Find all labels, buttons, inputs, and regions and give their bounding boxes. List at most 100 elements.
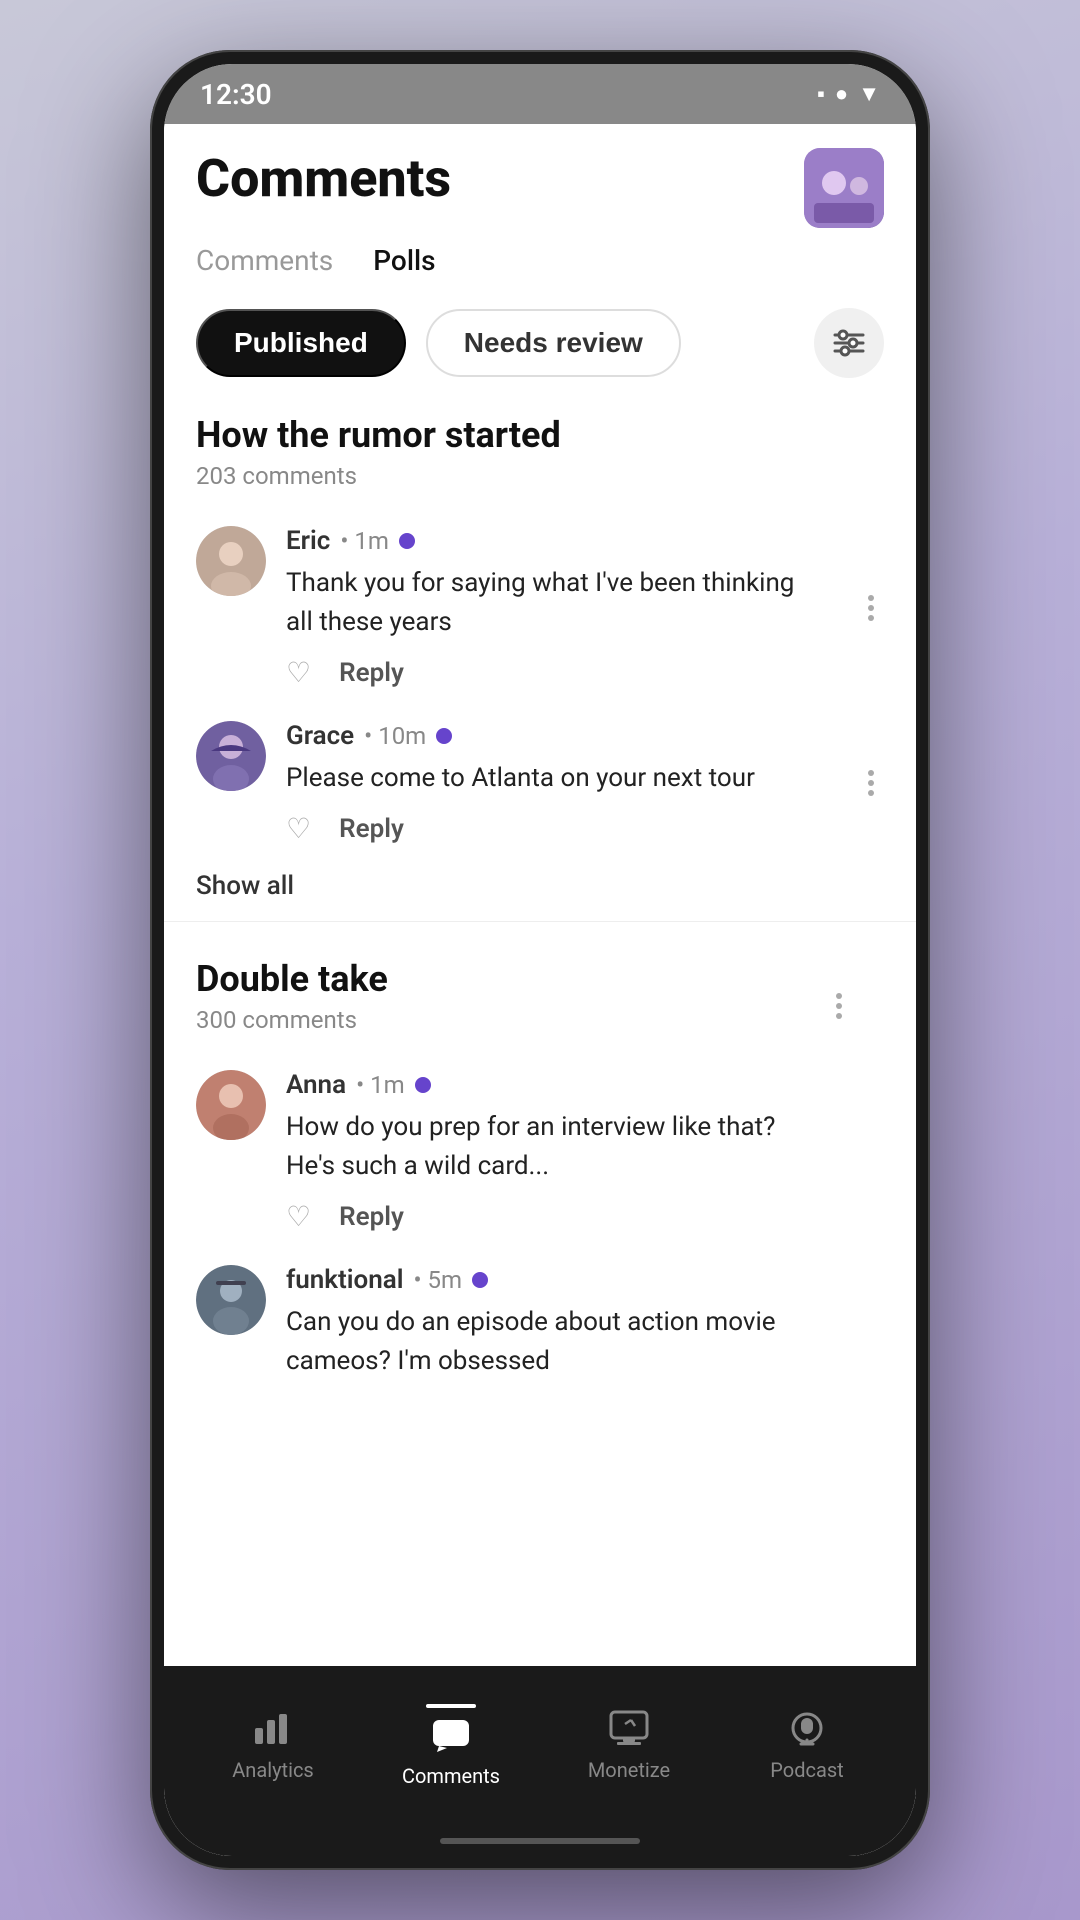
tab-comments[interactable]: Comments xyxy=(196,244,333,288)
comment-actions-eric: ♡ Reply xyxy=(286,656,824,689)
filter-published[interactable]: Published xyxy=(196,309,406,377)
online-dot-grace xyxy=(436,728,452,744)
commenter-name-grace: Grace xyxy=(286,721,354,751)
comment-time-funktional: • 5m xyxy=(413,1266,462,1294)
post-title-2: Double take xyxy=(196,958,388,1000)
anna-avatar-svg xyxy=(196,1070,266,1140)
analytics-bar-icon xyxy=(253,1710,293,1746)
battery-icon: ▪ xyxy=(817,81,825,107)
post-divider-1 xyxy=(164,921,916,922)
comment-meta-eric: Eric • 1m xyxy=(286,526,824,556)
nav-item-podcast[interactable]: Podcast xyxy=(718,1710,896,1782)
filter-needs-review[interactable]: Needs review xyxy=(426,309,681,377)
home-indicator xyxy=(164,1826,916,1856)
post-section-1: How the rumor started 203 comments xyxy=(164,398,916,921)
post-title-1: How the rumor started xyxy=(196,414,884,456)
avatar-grace xyxy=(196,721,266,791)
status-icons: ▪ ● ▼ xyxy=(817,81,880,107)
more-options-eric[interactable] xyxy=(858,585,884,631)
analytics-label: Analytics xyxy=(232,1758,314,1782)
mic-icon xyxy=(787,1710,827,1746)
commenter-name-anna: Anna xyxy=(286,1070,346,1100)
channel-avatar[interactable] xyxy=(804,148,884,228)
comment-time-eric: • 1m xyxy=(340,527,389,555)
monitor-icon xyxy=(609,1710,649,1746)
comment-body-funktional: funktional • 5m Can you do an episode ab… xyxy=(286,1265,824,1395)
comment-grace: Grace • 10m Please come to Atlanta on yo… xyxy=(196,705,884,861)
podcast-icon xyxy=(787,1710,827,1750)
sliders-icon xyxy=(831,325,867,361)
active-tab-indicator xyxy=(426,1704,476,1708)
comments-list[interactable]: How the rumor started 203 comments xyxy=(164,398,916,1666)
grace-avatar-svg xyxy=(196,721,266,791)
reply-button-grace[interactable]: Reply xyxy=(339,814,404,844)
nav-item-comments[interactable]: Comments xyxy=(362,1704,540,1788)
more-options-post2[interactable] xyxy=(826,983,852,1029)
post-count-2: 300 comments xyxy=(196,1006,388,1034)
eric-avatar-svg xyxy=(196,526,266,596)
comment-anna: Anna • 1m How do you prep for an intervi… xyxy=(196,1054,884,1249)
phone-frame: 12:30 ▪ ● ▼ Comments xyxy=(150,50,930,1870)
analytics-icon xyxy=(253,1710,293,1750)
commenter-name-funktional: funktional xyxy=(286,1265,403,1295)
comment-text-funktional: Can you do an episode about action movie… xyxy=(286,1303,824,1381)
reply-button-eric[interactable]: Reply xyxy=(339,658,404,688)
comment-meta-funktional: funktional • 5m xyxy=(286,1265,824,1295)
comment-meta-grace: Grace • 10m xyxy=(286,721,824,751)
comment-body-grace: Grace • 10m Please come to Atlanta on yo… xyxy=(286,721,824,845)
heart-icon-grace: ♡ xyxy=(286,812,311,845)
nav-item-analytics[interactable]: Analytics xyxy=(184,1710,362,1782)
comment-actions-anna: ♡ Reply xyxy=(286,1200,824,1233)
nav-item-monetize[interactable]: Monetize xyxy=(540,1710,718,1782)
tab-bar: Comments Polls xyxy=(164,228,916,288)
comments-nav-icon xyxy=(431,1718,471,1758)
comment-funktional: funktional • 5m Can you do an episode ab… xyxy=(196,1249,884,1411)
comment-body-eric: Eric • 1m Thank you for saying what I've… xyxy=(286,526,824,689)
post-count-1: 203 comments xyxy=(196,462,884,490)
comment-meta-anna: Anna • 1m xyxy=(286,1070,824,1100)
comment-text-eric: Thank you for saying what I've been thin… xyxy=(286,564,824,642)
heart-icon-eric: ♡ xyxy=(286,656,311,689)
heart-icon-anna: ♡ xyxy=(286,1200,311,1233)
like-button-eric[interactable]: ♡ xyxy=(286,656,311,689)
comment-text-anna: How do you prep for an interview like th… xyxy=(286,1108,824,1186)
content-area: Comments Comments Polls xyxy=(164,124,916,1856)
comment-text-grace: Please come to Atlanta on your next tour xyxy=(286,759,824,798)
comment-time-grace: • 10m xyxy=(364,722,426,750)
comment-time-anna: • 1m xyxy=(356,1071,405,1099)
avatar-funktional xyxy=(196,1265,266,1335)
status-bar: 12:30 ▪ ● ▼ xyxy=(164,64,916,124)
comment-eric: Eric • 1m Thank you for saying what I've… xyxy=(196,510,884,705)
like-button-grace[interactable]: ♡ xyxy=(286,812,311,845)
header: Comments xyxy=(164,124,916,228)
status-time: 12:30 xyxy=(200,78,272,111)
reply-button-anna[interactable]: Reply xyxy=(339,1202,404,1232)
online-dot-funktional xyxy=(472,1272,488,1288)
monetize-label: Monetize xyxy=(588,1758,670,1782)
avatar-eric xyxy=(196,526,266,596)
comment-body-anna: Anna • 1m How do you prep for an intervi… xyxy=(286,1070,824,1233)
commenter-name-eric: Eric xyxy=(286,526,330,556)
signal-icon: ● xyxy=(835,81,848,107)
tab-polls[interactable]: Polls xyxy=(373,244,435,288)
monetize-icon xyxy=(609,1710,649,1750)
like-button-anna[interactable]: ♡ xyxy=(286,1200,311,1233)
bottom-navigation: Analytics Comments xyxy=(164,1666,916,1826)
post-section-2: Double take 300 comments xyxy=(164,942,916,1451)
filter-settings-button[interactable] xyxy=(814,308,884,378)
funktional-avatar-svg xyxy=(196,1265,266,1335)
comment-actions-grace: ♡ Reply xyxy=(286,812,824,845)
avatar-svg xyxy=(804,148,884,228)
online-dot-eric xyxy=(399,533,415,549)
online-dot-anna xyxy=(415,1077,431,1093)
show-all-post1[interactable]: Show all xyxy=(196,861,884,921)
phone-screen: 12:30 ▪ ● ▼ Comments xyxy=(164,64,916,1856)
podcast-label: Podcast xyxy=(770,1758,843,1782)
wifi-icon: ▼ xyxy=(858,81,880,107)
more-options-grace[interactable] xyxy=(858,760,884,806)
home-bar xyxy=(440,1838,640,1844)
avatar-anna xyxy=(196,1070,266,1140)
filter-bar: Published Needs review xyxy=(164,288,916,398)
chat-icon xyxy=(431,1718,471,1754)
avatar-image xyxy=(804,148,884,228)
